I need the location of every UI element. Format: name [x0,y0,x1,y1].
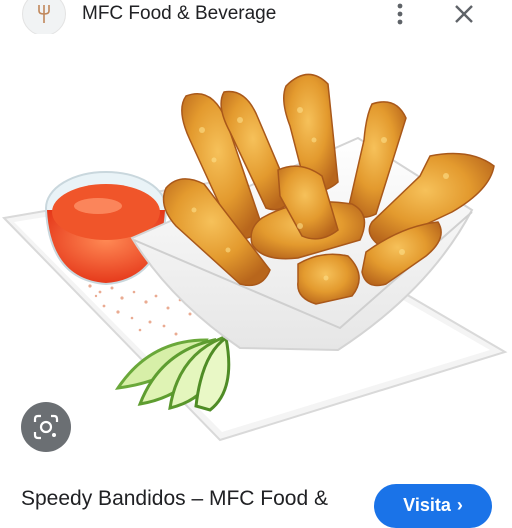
chicken-tenders-photo [1,73,508,442]
chevron-right-icon: › [456,495,463,515]
lens-search-button[interactable] [21,402,71,452]
close-icon [455,5,473,23]
visit-label: Visita [403,495,451,515]
site-name: MFC Food & Beverage [82,3,277,24]
product-image[interactable] [0,34,512,474]
visit-button[interactable]: Visita › [374,484,492,528]
close-button[interactable] [450,0,478,28]
fork-icon [38,5,50,23]
top-bar: MFC Food & Beverage [0,0,512,36]
more-options-button[interactable] [388,0,412,28]
result-title[interactable]: Speedy Bandidos – MFC Food & [21,486,328,512]
more-vert-icon [397,3,403,25]
site-logo [22,0,66,36]
lens-search-icon [33,414,59,440]
